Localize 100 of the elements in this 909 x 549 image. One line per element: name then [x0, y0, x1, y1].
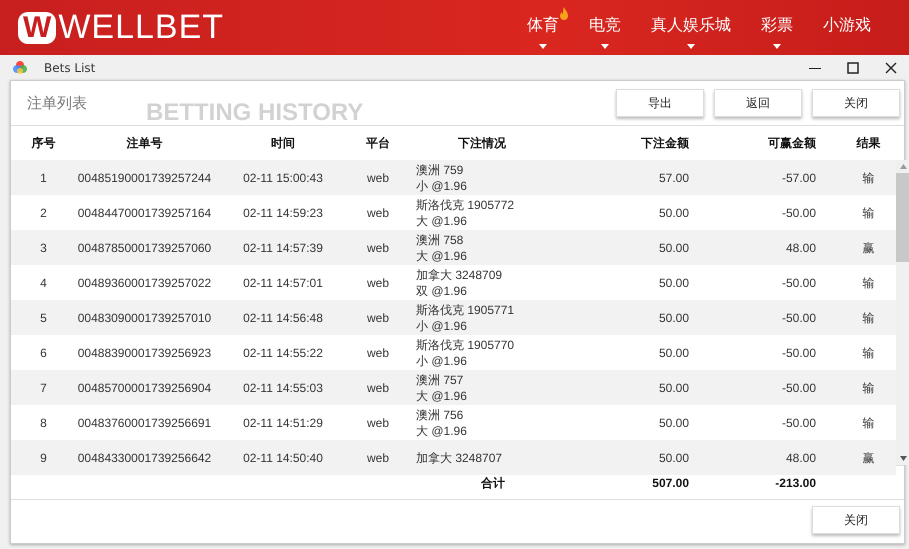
- nav-link[interactable]: 真人娱乐城: [651, 14, 731, 36]
- nav-link[interactable]: 电竞: [589, 14, 621, 36]
- table-cell-text: 00487850001739257060: [76, 240, 212, 256]
- bet-detail: 小 @1.96: [416, 178, 468, 194]
- column-header: 序号: [30, 134, 56, 152]
- table-cell-text: 1: [39, 170, 48, 186]
- bet-detail: 加拿大 3248709: [416, 266, 504, 282]
- column-header: 结果: [855, 134, 882, 152]
- bet-detail: 斯洛伐克 1905770: [416, 336, 516, 352]
- bet-detail: 大 @1.96: [416, 388, 468, 404]
- table-cell-text: 5: [39, 310, 48, 326]
- table-cell-text: 9: [39, 450, 48, 466]
- table-cell-text: -50.00: [780, 310, 817, 326]
- table-cell-text: 57.00: [658, 170, 690, 186]
- scrollbar[interactable]: [896, 160, 909, 465]
- logo-mark[interactable]: W: [18, 12, 56, 44]
- table-cell-text: 00484470001739257164: [76, 204, 212, 220]
- table-cell-text: 2: [39, 204, 48, 220]
- table-cell-text: 50.00: [658, 274, 690, 290]
- scroll-down-icon[interactable]: [900, 456, 906, 461]
- column-header: 可赢金额: [767, 134, 817, 152]
- bet-detail: 斯洛伐克 1905771: [416, 302, 516, 318]
- table-cell-text: 50.00: [658, 450, 690, 466]
- table-cell-text: 00485700001739256904: [76, 380, 212, 396]
- table-cell-text: 02-11 14:55:03: [242, 380, 324, 396]
- table-cell-text: 00484330001739256642: [76, 450, 212, 466]
- nav-link[interactable]: 彩票: [761, 14, 793, 36]
- bet-detail: 大 @1.96: [416, 422, 468, 438]
- table-cell-text: 00489360001739257022: [76, 274, 212, 290]
- table-cell-text: 4: [39, 274, 48, 290]
- bet-detail: 大 @1.96: [416, 248, 468, 264]
- table-cell-text: 48.00: [784, 450, 817, 466]
- table-cell-text: 02-11 15:00:43: [242, 170, 324, 186]
- panel-title: 注单列表: [27, 94, 87, 112]
- table-cell-text: 02-11 14:51:29: [242, 414, 324, 430]
- total-label: 合计: [480, 474, 506, 490]
- table-cell-text: 02-11 14:55:22: [242, 344, 324, 360]
- table-cell-text: -50.00: [780, 204, 817, 220]
- table-cell-text: web: [366, 240, 390, 256]
- bet-detail: 加拿大 3248707: [416, 450, 504, 466]
- bet-detail: 小 @1.96: [416, 352, 468, 368]
- nav-link[interactable]: 体育: [527, 14, 559, 36]
- close-button[interactable]: 关闭: [812, 506, 900, 534]
- table-cell-text: 输: [862, 310, 876, 326]
- table-cell-text: -50.00: [780, 414, 817, 430]
- table-cell-text: -50.00: [780, 380, 817, 396]
- table-cell-text: 50.00: [658, 344, 690, 360]
- table-cell-text: 00483760001739256691: [76, 414, 212, 430]
- table-cell-text: 02-11 14:56:48: [242, 310, 324, 326]
- table-cell-text: -50.00: [780, 344, 817, 360]
- column-header: 平台: [365, 134, 391, 152]
- bet-detail: 澳洲 757: [416, 372, 464, 388]
- table-cell-text: 50.00: [658, 240, 690, 256]
- app-icon: [12, 60, 28, 76]
- table-cell-text: 赢: [862, 240, 876, 256]
- bet-detail: 双 @1.96: [416, 282, 468, 298]
- table-cell-text: 02-11 14:57:39: [242, 240, 324, 256]
- table-cell-text: 8: [39, 414, 48, 430]
- table-cell-text: 赢: [862, 450, 876, 466]
- table-cell-text: 输: [862, 380, 876, 396]
- table-cell-text: 02-11 14:57:01: [242, 274, 324, 290]
- table-cell-text: 50.00: [658, 204, 690, 220]
- table-cell-text: 3: [39, 240, 48, 256]
- table-cell-text: 50.00: [658, 414, 690, 430]
- table-cell-text: 00485190001739257244: [76, 170, 212, 186]
- bet-detail: 澳洲 756: [416, 406, 464, 422]
- table-cell-text: 00483090001739257010: [76, 310, 212, 326]
- window-title: Bets List: [44, 60, 96, 74]
- column-header: 下注金额: [640, 134, 690, 152]
- table-cell-text: 输: [862, 204, 876, 220]
- table-cell-text: web: [366, 310, 390, 326]
- logo-text[interactable]: WELLBET: [58, 8, 224, 47]
- table-cell-text: 6: [39, 344, 48, 360]
- table-cell-text: 02-11 14:59:23: [242, 204, 324, 220]
- table-cell-text: -57.00: [780, 170, 817, 186]
- table-cell-text: web: [366, 344, 390, 360]
- table-cell-text: 02-11 14:50:40: [242, 450, 324, 466]
- table-cell-text: 输: [862, 414, 876, 430]
- table-cell-text: web: [366, 414, 390, 430]
- table-cell-text: web: [366, 204, 390, 220]
- close-icon[interactable]: [885, 62, 897, 74]
- nav-link[interactable]: 小游戏: [823, 14, 871, 36]
- table-cell-text: 输: [862, 170, 876, 186]
- bet-detail: 小 @1.96: [416, 318, 468, 334]
- table-cell-text: web: [366, 274, 390, 290]
- total-stake: 507.00: [651, 474, 690, 490]
- total-win: -213.00: [774, 474, 817, 490]
- toolbar-button[interactable]: 导出: [616, 89, 704, 117]
- table-cell-text: 7: [39, 380, 48, 396]
- table-cell-text: 00488390001739256923: [76, 344, 212, 360]
- toolbar-button[interactable]: 返回: [714, 89, 802, 117]
- table-cell-text: web: [366, 380, 390, 396]
- table-cell-text: -50.00: [780, 274, 817, 290]
- column-header: 下注情况: [457, 134, 507, 152]
- column-header: 注单号: [126, 134, 164, 152]
- maximize-icon[interactable]: [847, 62, 859, 74]
- column-header: 时间: [270, 134, 296, 152]
- scroll-thumb[interactable]: [896, 173, 909, 262]
- table-cell-text: 50.00: [658, 380, 690, 396]
- toolbar-button[interactable]: 关闭: [812, 89, 900, 117]
